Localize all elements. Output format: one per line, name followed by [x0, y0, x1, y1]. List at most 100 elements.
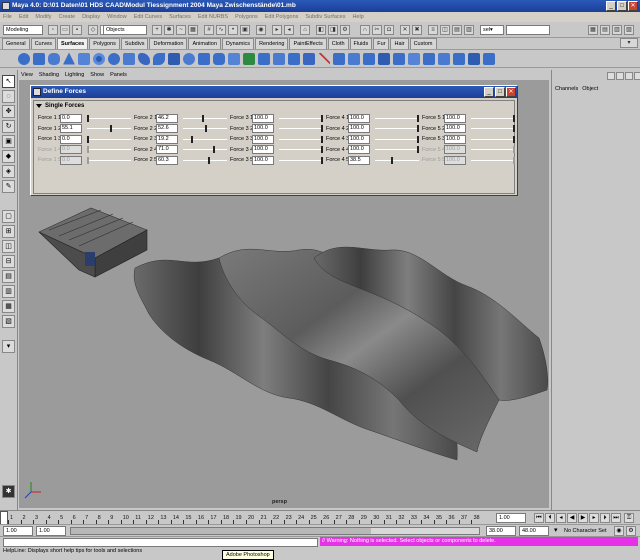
- key-icon[interactable]: ⚿: [624, 513, 634, 523]
- slider-thumb[interactable]: [208, 156, 211, 164]
- force-slider[interactable]: [87, 124, 131, 133]
- tab-painteffects[interactable]: PaintEffects: [289, 38, 327, 49]
- snap-view-plane-icon[interactable]: ▣: [240, 25, 250, 35]
- round-tool-icon[interactable]: [453, 52, 465, 65]
- force-slider[interactable]: [279, 135, 323, 144]
- layer-editor-mode-icon[interactable]: [616, 72, 624, 80]
- revolve-icon[interactable]: [138, 52, 150, 65]
- force-slider[interactable]: [279, 114, 323, 123]
- channel-box-mode-icon[interactable]: [607, 72, 615, 80]
- graph-icon[interactable]: ≡: [428, 25, 438, 35]
- force-slider[interactable]: [183, 124, 227, 133]
- tab-animation[interactable]: Animation: [188, 38, 221, 49]
- force-slider[interactable]: [87, 135, 131, 144]
- loft-icon[interactable]: [153, 52, 165, 65]
- time-slider[interactable]: 1 2 3 4 5 6 7 8 9 10 11 12 13 14 15 16 17 18 19 20 21 22 23 24 2…: [0, 510, 640, 525]
- force-value-field[interactable]: 0.0: [60, 134, 82, 144]
- both-mode-icon[interactable]: [625, 72, 633, 80]
- last-tool-icon[interactable]: ✎: [2, 180, 15, 193]
- menu-help[interactable]: Help: [352, 12, 363, 22]
- scale-tool-icon[interactable]: ▣: [2, 135, 15, 148]
- trim-tool-icon[interactable]: [288, 52, 300, 65]
- menu-create[interactable]: Create: [59, 12, 76, 22]
- insert-isoparm-icon[interactable]: [393, 52, 405, 65]
- start-time-field[interactable]: 1.00: [3, 526, 33, 536]
- play-backwards-icon[interactable]: ◀: [567, 513, 577, 523]
- force-slider[interactable]: [279, 145, 323, 154]
- panel-menu-shading[interactable]: Shading: [39, 71, 59, 80]
- nurbs-square-icon[interactable]: [123, 52, 135, 65]
- construction-history-icon[interactable]: ⌂: [300, 25, 310, 35]
- mel-command-input[interactable]: [3, 538, 318, 547]
- character-set-menu[interactable]: No Character Set: [564, 526, 612, 536]
- go-to-start-icon[interactable]: ⏮: [534, 513, 544, 523]
- persp-outliner-layout-icon[interactable]: ▤: [2, 270, 15, 283]
- slider-thumb[interactable]: [321, 146, 323, 153]
- slider-thumb[interactable]: [417, 146, 419, 153]
- single-forces-header[interactable]: Single Forces: [36, 101, 84, 111]
- two-pane-stacked-layout-icon[interactable]: ⊟: [2, 255, 15, 268]
- menu-polygons[interactable]: Polygons: [235, 12, 258, 22]
- panel-menu-view[interactable]: View: [21, 71, 33, 80]
- nurbs-sphere-icon[interactable]: [18, 52, 30, 65]
- menu-surfaces[interactable]: Surfaces: [169, 12, 191, 22]
- tab-cloth[interactable]: Cloth: [327, 38, 349, 49]
- soft-mod-tool-icon[interactable]: ◈: [2, 165, 15, 178]
- menu-edit[interactable]: Edit: [19, 12, 28, 22]
- force-value-field[interactable]: 100.0: [252, 113, 274, 123]
- slider-thumb[interactable]: [87, 135, 89, 143]
- toggle-layer-icon[interactable]: ▧: [624, 25, 634, 35]
- select-joint-icon[interactable]: ✱: [164, 25, 174, 35]
- open-scene-icon[interactable]: ▭: [60, 25, 70, 35]
- minimize-button[interactable]: _: [606, 1, 616, 11]
- tab-subdivs[interactable]: Subdivs: [120, 38, 149, 49]
- slider-thumb[interactable]: [321, 135, 323, 143]
- force-slider[interactable]: [375, 135, 419, 144]
- force-value-field[interactable]: 100.0: [444, 134, 466, 144]
- nurbs-cone-icon[interactable]: [63, 52, 75, 65]
- select-hierarchy-icon[interactable]: ◇: [88, 25, 98, 35]
- force-slider[interactable]: [375, 124, 419, 133]
- force-value-field[interactable]: 100.0: [444, 113, 466, 123]
- delete-icon[interactable]: ✖: [412, 25, 422, 35]
- slider-thumb[interactable]: [513, 135, 515, 143]
- maximize-button[interactable]: □: [617, 1, 627, 11]
- step-back-key-icon[interactable]: ◂: [556, 513, 566, 523]
- panel-menu-panels[interactable]: Panels: [110, 71, 127, 80]
- input-ops-icon[interactable]: ▸: [272, 25, 282, 35]
- untrim-icon[interactable]: [303, 52, 315, 65]
- slider-thumb[interactable]: [417, 125, 419, 132]
- menu-edit-nurbs[interactable]: Edit NURBS: [198, 12, 228, 22]
- new-scene-icon[interactable]: ▫: [48, 25, 58, 35]
- clear-icon[interactable]: ✕: [400, 25, 410, 35]
- tab-fur[interactable]: Fur: [373, 38, 390, 49]
- selection-field[interactable]: sel▾: [480, 25, 504, 35]
- nurbs-cylinder-icon[interactable]: [48, 52, 60, 65]
- slider-thumb[interactable]: [202, 114, 205, 122]
- toggle-channel-box-icon[interactable]: ▥: [612, 25, 622, 35]
- offset-surface-icon[interactable]: [423, 52, 435, 65]
- snap-grid-icon[interactable]: #: [204, 25, 214, 35]
- df-maximize-button[interactable]: □: [495, 87, 505, 97]
- lock-icon[interactable]: ◘: [384, 25, 394, 35]
- collapse-triangle-icon[interactable]: [36, 104, 42, 108]
- render-globals-icon[interactable]: ⚙: [340, 25, 350, 35]
- go-to-end-icon[interactable]: ⏭: [611, 513, 621, 523]
- save-scene-icon[interactable]: ▪: [72, 25, 82, 35]
- four-pane-layout-icon[interactable]: ⊞: [2, 225, 15, 238]
- more-layouts-icon[interactable]: ▾: [2, 340, 15, 353]
- attach-surfaces-icon[interactable]: [333, 52, 345, 65]
- menu-display[interactable]: Display: [82, 12, 100, 22]
- slider-thumb[interactable]: [110, 125, 113, 132]
- delete-surface-icon[interactable]: [318, 52, 330, 65]
- force-slider[interactable]: [279, 124, 323, 133]
- render-frame-icon[interactable]: ◧: [316, 25, 326, 35]
- menu-edit-curves[interactable]: Edit Curves: [134, 12, 162, 22]
- lasso-tool-icon[interactable]: ◌: [2, 90, 15, 103]
- single-pane-layout-icon[interactable]: ▢: [2, 210, 15, 223]
- slider-thumb[interactable]: [205, 125, 208, 132]
- select-tool-icon[interactable]: ↖: [2, 75, 15, 88]
- playback-end-field[interactable]: 38.00: [486, 526, 516, 536]
- force-value-field[interactable]: 19.2: [156, 134, 178, 144]
- extrude-icon[interactable]: [183, 52, 195, 65]
